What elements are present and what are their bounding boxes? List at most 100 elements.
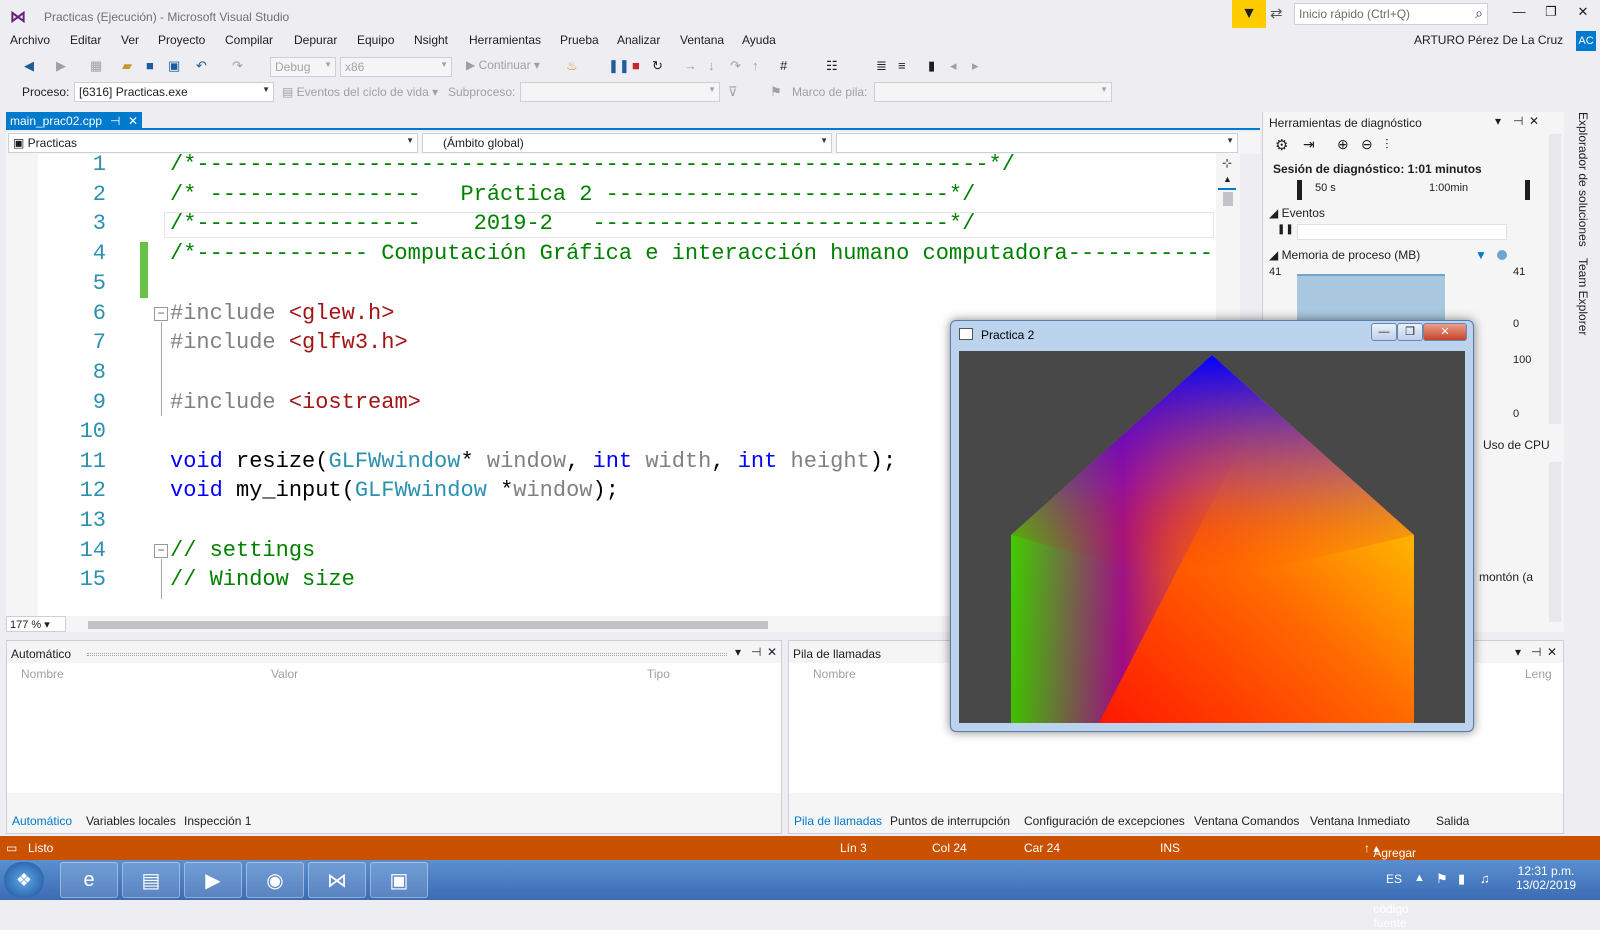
scroll-thumb[interactable] <box>88 621 768 629</box>
collapse-icon[interactable]: − <box>154 544 168 558</box>
avatar[interactable]: AC <box>1576 31 1596 51</box>
close-icon[interactable]: ✕ <box>1529 114 1539 128</box>
tab-output[interactable]: Salida <box>1436 814 1469 828</box>
volume-icon[interactable]: ♫ <box>1480 871 1490 886</box>
action-center-icon[interactable]: ⚑ <box>1436 871 1448 887</box>
tab-main-prac02[interactable]: main_prac02.cpp ⊣ ✕ <box>6 112 142 130</box>
platform-select[interactable]: x86 ▼ <box>340 57 452 77</box>
scroll-up-icon[interactable]: ▲ <box>1223 174 1232 184</box>
column-header[interactable]: Nombre <box>813 667 856 681</box>
project-select[interactable]: ▣ Practicas ▼ <box>8 133 418 153</box>
close-icon[interactable]: ✕ <box>767 645 777 659</box>
clock[interactable]: 12:31 p.m. 13/02/2019 <box>1516 864 1576 892</box>
chart-icon[interactable]: ⫶ <box>1385 136 1389 153</box>
tab-command-window[interactable]: Ventana Comandos <box>1194 814 1299 828</box>
render-canvas[interactable] <box>959 351 1465 723</box>
step-out-icon[interactable]: ↑ <box>752 58 759 73</box>
file-explorer-icon[interactable]: ▤ <box>122 862 180 898</box>
menu-ayuda[interactable]: Ayuda <box>742 33 776 47</box>
scope-select[interactable]: (Ámbito global) ▼ <box>422 133 832 153</box>
pin-icon[interactable]: ⊣ <box>1531 645 1541 659</box>
menu-ventana[interactable]: Ventana <box>680 33 724 47</box>
feedback-icon[interactable]: ⇄ <box>1270 4 1283 22</box>
tray-expand-icon[interactable]: ▲ <box>1414 872 1425 884</box>
stack-frame-select[interactable]: ▼ <box>874 82 1112 102</box>
panel-menu-icon[interactable]: ▾ <box>735 645 741 659</box>
column-header[interactable]: Tipo <box>647 667 670 681</box>
column-header[interactable]: Valor <box>271 667 298 681</box>
zoom-in-icon[interactable]: ⊕ <box>1337 136 1349 153</box>
gl-close-button[interactable]: ✕ <box>1423 323 1467 341</box>
column-header[interactable]: Leng <box>1525 667 1552 681</box>
tab-autos[interactable]: Automático <box>12 814 72 828</box>
prev-bookmark-icon[interactable]: ◂ <box>950 58 957 74</box>
gl-minimize-button[interactable]: — <box>1371 323 1397 341</box>
network-icon[interactable]: ▮ <box>1458 871 1465 887</box>
outdent-icon[interactable]: ≡ <box>898 58 906 73</box>
pin-icon[interactable]: ⊣ <box>1513 114 1523 128</box>
menu-depurar[interactable]: Depurar <box>294 33 337 47</box>
menu-archivo[interactable]: Archivo <box>10 33 50 47</box>
continue-button[interactable]: ▶ Continuar ▾ <box>466 58 540 72</box>
language-indicator[interactable]: ES <box>1386 872 1402 886</box>
pause-icon[interactable]: ❚❚ <box>608 58 630 74</box>
panel-menu-icon[interactable]: ▾ <box>1515 645 1521 659</box>
restart-icon[interactable]: ↻ <box>652 58 663 74</box>
tab-immediate-window[interactable]: Ventana Inmediato <box>1310 814 1410 828</box>
next-bookmark-icon[interactable]: ▸ <box>972 58 979 74</box>
opengl-window[interactable]: Practica 2 — ❐ ✕ <box>950 320 1474 732</box>
tab-team-explorer[interactable]: Team Explorer <box>1576 258 1590 335</box>
filter-icon[interactable]: ▼ <box>1232 0 1266 28</box>
menu-editar[interactable]: Editar <box>70 33 101 47</box>
pin-icon[interactable]: ⊣ <box>110 114 120 128</box>
lifecycle-events-button[interactable]: ▤ Eventos del ciclo de vida ▾ <box>282 85 438 99</box>
bookmark-icon[interactable]: ▮ <box>928 58 935 74</box>
start-button[interactable]: ❖ <box>4 862 44 898</box>
redo-icon[interactable]: ↷ <box>232 58 243 74</box>
filter-thread-icon[interactable]: ⊽ <box>728 84 738 100</box>
timeline-end-handle[interactable] <box>1525 180 1530 200</box>
chrome-icon[interactable]: ◉ <box>246 862 304 898</box>
close-icon[interactable]: ✕ <box>1547 645 1557 659</box>
internet-explorer-icon[interactable]: e <box>60 862 118 898</box>
menu-prueba[interactable]: Prueba <box>560 33 599 47</box>
tab-exception-settings[interactable]: Configuración de excepciones <box>1024 814 1185 828</box>
undo-icon[interactable]: ↶ <box>196 58 207 74</box>
practica-window-taskbar-icon[interactable]: ▣ <box>370 862 428 898</box>
show-next-icon[interactable]: → <box>684 58 697 73</box>
menu-proyecto[interactable]: Proyecto <box>158 33 205 47</box>
tab-solution-explorer[interactable]: Explorador de soluciones <box>1576 112 1590 247</box>
menu-compilar[interactable]: Compilar <box>225 33 273 47</box>
minimize-button[interactable]: — <box>1508 4 1530 24</box>
process-select[interactable]: [6316] Practicas.exe ▼ <box>74 82 274 102</box>
menu-herramientas[interactable]: Herramientas <box>469 33 541 47</box>
threads-icon[interactable]: ☷ <box>826 58 838 74</box>
menu-ver[interactable]: Ver <box>121 33 139 47</box>
tab-call-stack[interactable]: Pila de llamadas <box>794 814 882 828</box>
flag-icon[interactable]: ⚑ <box>770 84 782 100</box>
visual-studio-taskbar-icon[interactable]: ⋈ <box>308 862 366 898</box>
scroll-thumb[interactable] <box>1223 192 1233 206</box>
split-icon[interactable]: ⊹ <box>1222 156 1232 170</box>
zoom-out-icon[interactable]: ⊖ <box>1361 136 1373 153</box>
memory-section[interactable]: ◢ Memoria de proceso (MB) <box>1269 248 1420 262</box>
menu-equipo[interactable]: Equipo <box>357 33 394 47</box>
stop-icon[interactable]: ■ <box>632 58 640 73</box>
indent-icon[interactable]: ≣ <box>876 58 887 74</box>
menu-analizar[interactable]: Analizar <box>617 33 660 47</box>
pause-icon[interactable]: ❚❚ <box>1277 224 1294 235</box>
diagnostics-scrollbar[interactable] <box>1549 462 1561 622</box>
export-icon[interactable]: ⇥ <box>1303 136 1315 153</box>
tab-breakpoints[interactable]: Puntos de interrupción <box>890 814 1010 828</box>
new-project-icon[interactable]: ▦ <box>90 58 102 74</box>
tab-watch-1[interactable]: Inspección 1 <box>184 814 251 828</box>
step-into-icon[interactable]: ↓ <box>708 58 715 73</box>
save-icon[interactable]: ■ <box>146 58 154 73</box>
menu-nsight[interactable]: Nsight <box>414 33 448 47</box>
diagnostics-scrollbar[interactable] <box>1549 134 1561 424</box>
save-all-icon[interactable]: ▣ <box>168 58 180 74</box>
collapse-icon[interactable]: − <box>154 307 168 321</box>
column-header[interactable]: Nombre <box>21 667 64 681</box>
panel-menu-icon[interactable]: ▾ <box>1495 114 1501 128</box>
events-section[interactable]: ◢ Eventos <box>1269 206 1325 220</box>
